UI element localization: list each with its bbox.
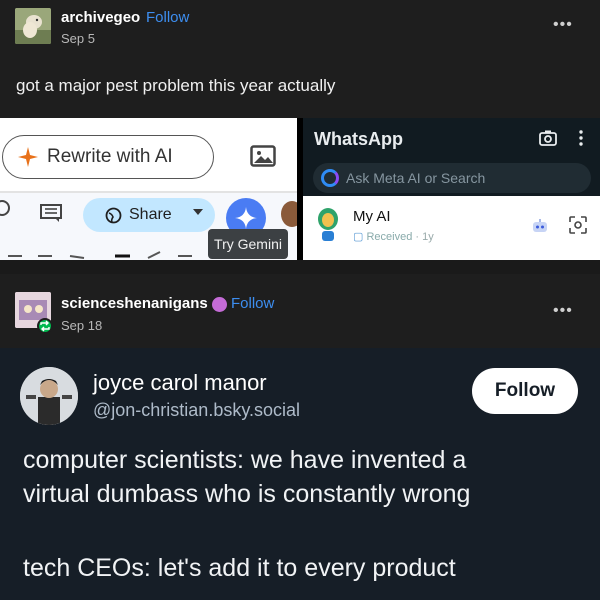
avatar bbox=[20, 367, 78, 425]
chat-status: Received bbox=[366, 231, 413, 243]
sparkle-icon bbox=[18, 147, 38, 167]
post-text-line: tech CEOs: let's add it to every product bbox=[23, 554, 456, 582]
app-title: WhatsApp bbox=[314, 129, 403, 149]
comment-icon bbox=[40, 204, 62, 222]
globe-icon bbox=[105, 207, 122, 223]
more-options-icon[interactable]: ••• bbox=[553, 302, 573, 320]
display-name: joyce carol manor bbox=[93, 370, 267, 395]
bluesky-post-screenshot: joyce carol manor @jon-christian.bsky.so… bbox=[0, 348, 600, 600]
tooltip-text: Try Gemini bbox=[214, 236, 282, 252]
post-text: got a major pest problem this year actua… bbox=[16, 76, 336, 95]
tooltip: Try Gemini bbox=[208, 229, 288, 259]
follow-label: Follow bbox=[494, 380, 556, 401]
meta-ai-ring-icon bbox=[321, 169, 339, 187]
chat-time: · 1y bbox=[415, 231, 434, 243]
search-placeholder: Ask Meta AI or Search bbox=[346, 170, 486, 186]
handle: @jon-christian.bsky.social bbox=[93, 400, 301, 420]
follow-button[interactable]: Follow bbox=[146, 9, 189, 26]
scan-icon bbox=[569, 216, 587, 234]
post-date[interactable]: Sep 5 bbox=[61, 31, 95, 46]
search-bar: Ask Meta AI or Search bbox=[313, 163, 591, 193]
gemini-sparkle-icon bbox=[235, 207, 257, 229]
my-ai-avatar bbox=[318, 208, 338, 241]
post-text-line: virtual dumbass who is constantly wrong bbox=[23, 480, 471, 508]
whatsapp-screenshot: WhatsApp Ask Meta AI or Search My AI ▢ R bbox=[303, 118, 600, 260]
image-icon bbox=[250, 145, 276, 167]
rewrite-label: Rewrite with AI bbox=[47, 146, 173, 167]
post-date[interactable]: Sep 18 bbox=[61, 318, 102, 333]
post-header: archivegeo Follow Sep 5 ••• bbox=[0, 0, 600, 56]
post-body: got a major pest problem this year actua… bbox=[0, 56, 600, 118]
history-icon bbox=[0, 200, 10, 216]
post-username[interactable]: archivegeo bbox=[61, 9, 140, 26]
camera-icon bbox=[539, 130, 557, 146]
avatar[interactable] bbox=[15, 8, 51, 44]
chat-row: My AI ▢ Received · 1y bbox=[303, 196, 600, 260]
robot-icon bbox=[533, 219, 547, 232]
reblog-icon bbox=[37, 318, 53, 334]
google-docs-screenshot: Rewrite with AI Share Try Gemini bbox=[0, 118, 297, 260]
follow-badge-icon bbox=[212, 297, 227, 312]
follow-button: Follow bbox=[472, 368, 578, 414]
rewrite-with-ai-button: Rewrite with AI bbox=[2, 135, 214, 179]
chevron-down-icon bbox=[193, 209, 203, 215]
more-options-icon[interactable]: ••• bbox=[553, 16, 573, 34]
chat-subtitle: ▢ Received · 1y bbox=[353, 231, 434, 243]
more-vertical-icon bbox=[579, 130, 583, 146]
chat-name: My AI bbox=[353, 208, 391, 225]
post-header: scienceshenanigans Follow Sep 18 ••• bbox=[0, 260, 600, 348]
share-button: Share bbox=[83, 198, 215, 232]
screenshot-collage: Rewrite with AI Share Try Gemini WhatsAp… bbox=[0, 118, 600, 260]
share-label: Share bbox=[129, 206, 172, 223]
avatar bbox=[281, 201, 297, 227]
post-username[interactable]: scienceshenanigans bbox=[61, 295, 208, 312]
docs-toolbar: Share Try Gemini bbox=[0, 193, 297, 260]
post-text-line: computer scientists: we have invented a bbox=[23, 446, 467, 474]
follow-button[interactable]: Follow bbox=[231, 295, 274, 312]
